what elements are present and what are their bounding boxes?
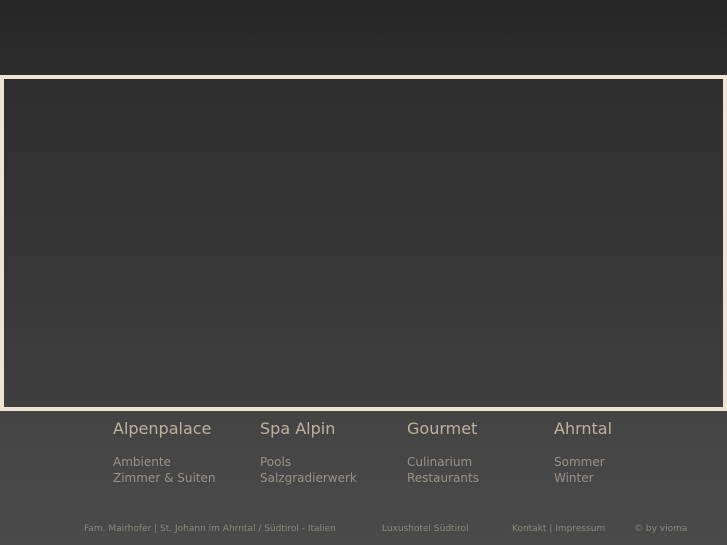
- nav-column-spa-alpin: Spa Alpin Pools Salzgradierwerk: [260, 420, 400, 486]
- nav-heading-spa-alpin[interactable]: Spa Alpin: [260, 420, 400, 438]
- nav-links-alpenpalace: Ambiente Zimmer & Suiten: [113, 454, 253, 486]
- nav-heading-alpenpalace[interactable]: Alpenpalace: [113, 420, 253, 438]
- nav-links-gourmet: Culinarium Restaurants: [407, 454, 547, 486]
- footer-credit-link[interactable]: © by vioma: [634, 524, 687, 535]
- header-bar: [0, 0, 727, 75]
- nav-column-ahrntal: Ahrntal Sommer Winter: [554, 420, 694, 486]
- footer-separator: |: [549, 524, 553, 534]
- footer-address: Fam. Mairhofer | St. Johann im Ahrntal /…: [84, 524, 336, 534]
- nav-link-restaurants[interactable]: Restaurants: [407, 470, 547, 486]
- nav-link-zimmer-suiten[interactable]: Zimmer & Suiten: [113, 470, 253, 486]
- nav-link-ambiente[interactable]: Ambiente: [113, 454, 253, 470]
- nav-heading-ahrntal[interactable]: Ahrntal: [554, 420, 694, 438]
- nav-links-spa-alpin: Pools Salzgradierwerk: [260, 454, 400, 486]
- footer-kontakt-link[interactable]: Kontakt: [512, 524, 546, 534]
- nav-column-alpenpalace: Alpenpalace Ambiente Zimmer & Suiten: [113, 420, 253, 486]
- nav-link-salzgradierwerk[interactable]: Salzgradierwerk: [260, 470, 400, 486]
- footer-impressum-link[interactable]: Impressum: [555, 524, 605, 534]
- nav-column-gourmet: Gourmet Culinarium Restaurants: [407, 420, 547, 486]
- footer-legal-links: Kontakt | Impressum: [512, 524, 605, 535]
- hero-image-frame: [0, 75, 727, 411]
- nav-link-winter[interactable]: Winter: [554, 470, 694, 486]
- nav-link-sommer[interactable]: Sommer: [554, 454, 694, 470]
- nav-link-culinarium[interactable]: Culinarium: [407, 454, 547, 470]
- footer-tagline-link[interactable]: Luxushotel Südtirol: [382, 524, 469, 535]
- nav-link-pools[interactable]: Pools: [260, 454, 400, 470]
- nav-links-ahrntal: Sommer Winter: [554, 454, 694, 486]
- nav-heading-gourmet[interactable]: Gourmet: [407, 420, 547, 438]
